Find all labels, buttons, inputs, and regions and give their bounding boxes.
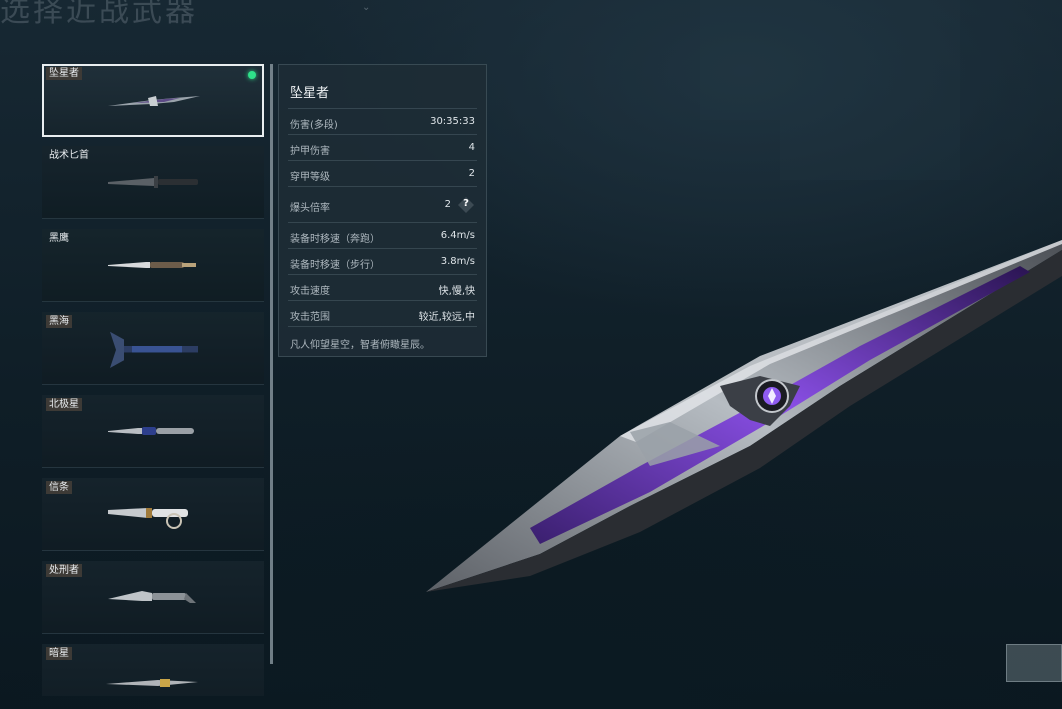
stat-row-headshot: 爆头倍率 2 ? bbox=[288, 186, 477, 222]
equipped-indicator-icon bbox=[248, 71, 256, 79]
stat-value: 4 bbox=[468, 142, 475, 153]
tactical-dagger-icon bbox=[108, 176, 198, 188]
polaris-knife-icon bbox=[108, 427, 194, 435]
weapon-item-7[interactable]: 暗星 bbox=[42, 644, 264, 696]
weapon-list-scrollbar[interactable] bbox=[270, 64, 273, 664]
stat-row-damage: 伤害(多段) 30:35:33 bbox=[288, 108, 477, 134]
weapon-name: 黑鹰 bbox=[49, 233, 69, 244]
weapon-name: 坠星者 bbox=[46, 67, 82, 80]
weapon-item-3[interactable]: 黑海 bbox=[42, 312, 264, 385]
weapon-item-2[interactable]: 黑鹰 bbox=[42, 229, 264, 302]
weapon-name: 战术匕首 bbox=[49, 150, 89, 161]
flavor-text: 凡人仰望星空，智者俯瞰星辰。 bbox=[290, 340, 430, 351]
stat-label: 伤害(多段) bbox=[290, 120, 338, 131]
weapon-item-6[interactable]: 处刑者 bbox=[42, 561, 264, 634]
falling-star-knife-icon bbox=[108, 96, 200, 106]
weapon-title: 坠星者 bbox=[290, 86, 330, 101]
weapon-name: 处刑者 bbox=[46, 564, 82, 577]
stat-label: 穿甲等级 bbox=[290, 172, 330, 183]
weapon-item-4[interactable]: 北极星 bbox=[42, 395, 264, 468]
stat-row-penetration: 穿甲等级 2 bbox=[288, 160, 477, 186]
help-mark: ? bbox=[463, 198, 469, 209]
stat-value: 2 bbox=[444, 199, 451, 210]
stat-label: 装备时移速（奔跑） bbox=[290, 234, 380, 245]
dark-star-knife-icon bbox=[106, 679, 198, 687]
weapon-name: 信条 bbox=[46, 481, 72, 494]
weapon-item-5[interactable]: 信条 bbox=[42, 478, 264, 551]
help-icon[interactable]: ? bbox=[458, 197, 474, 213]
falling-star-weapon-model bbox=[426, 240, 1062, 592]
stat-label: 攻击范围 bbox=[290, 312, 330, 323]
executioner-knife-icon bbox=[108, 591, 196, 603]
background-panel bbox=[780, 120, 960, 180]
weapon-list[interactable]: 坠星者 战术匕首 黑鹰 黑海 北极星 信条 处刑者 暗星 bbox=[42, 64, 264, 696]
black-hawk-knife-icon bbox=[108, 262, 196, 268]
stat-value: 30:35:33 bbox=[430, 116, 475, 127]
stat-label: 爆头倍率 bbox=[290, 203, 330, 214]
background-panel bbox=[700, 0, 960, 120]
stat-value: 2 bbox=[468, 168, 475, 179]
weapon-name: 北极星 bbox=[46, 398, 82, 411]
creed-knife-icon bbox=[108, 508, 188, 529]
black-sea-axe-icon bbox=[110, 331, 198, 368]
stat-label: 攻击速度 bbox=[290, 286, 330, 297]
weapon-item-0[interactable]: 坠星者 bbox=[42, 64, 264, 137]
weapon-name: 暗星 bbox=[46, 647, 72, 660]
cursor-mark-icon: ⌄ bbox=[362, 2, 371, 13]
stat-label: 护甲伤害 bbox=[290, 146, 330, 157]
page-title: 选择近战武器 bbox=[0, 0, 198, 29]
stat-row-armor-damage: 护甲伤害 4 bbox=[288, 134, 477, 160]
weapon-name: 黑海 bbox=[46, 315, 72, 328]
weapon-item-1[interactable]: 战术匕首 bbox=[42, 146, 264, 219]
corner-button[interactable] bbox=[1006, 644, 1062, 682]
stat-label: 装备时移速（步行） bbox=[290, 260, 380, 271]
